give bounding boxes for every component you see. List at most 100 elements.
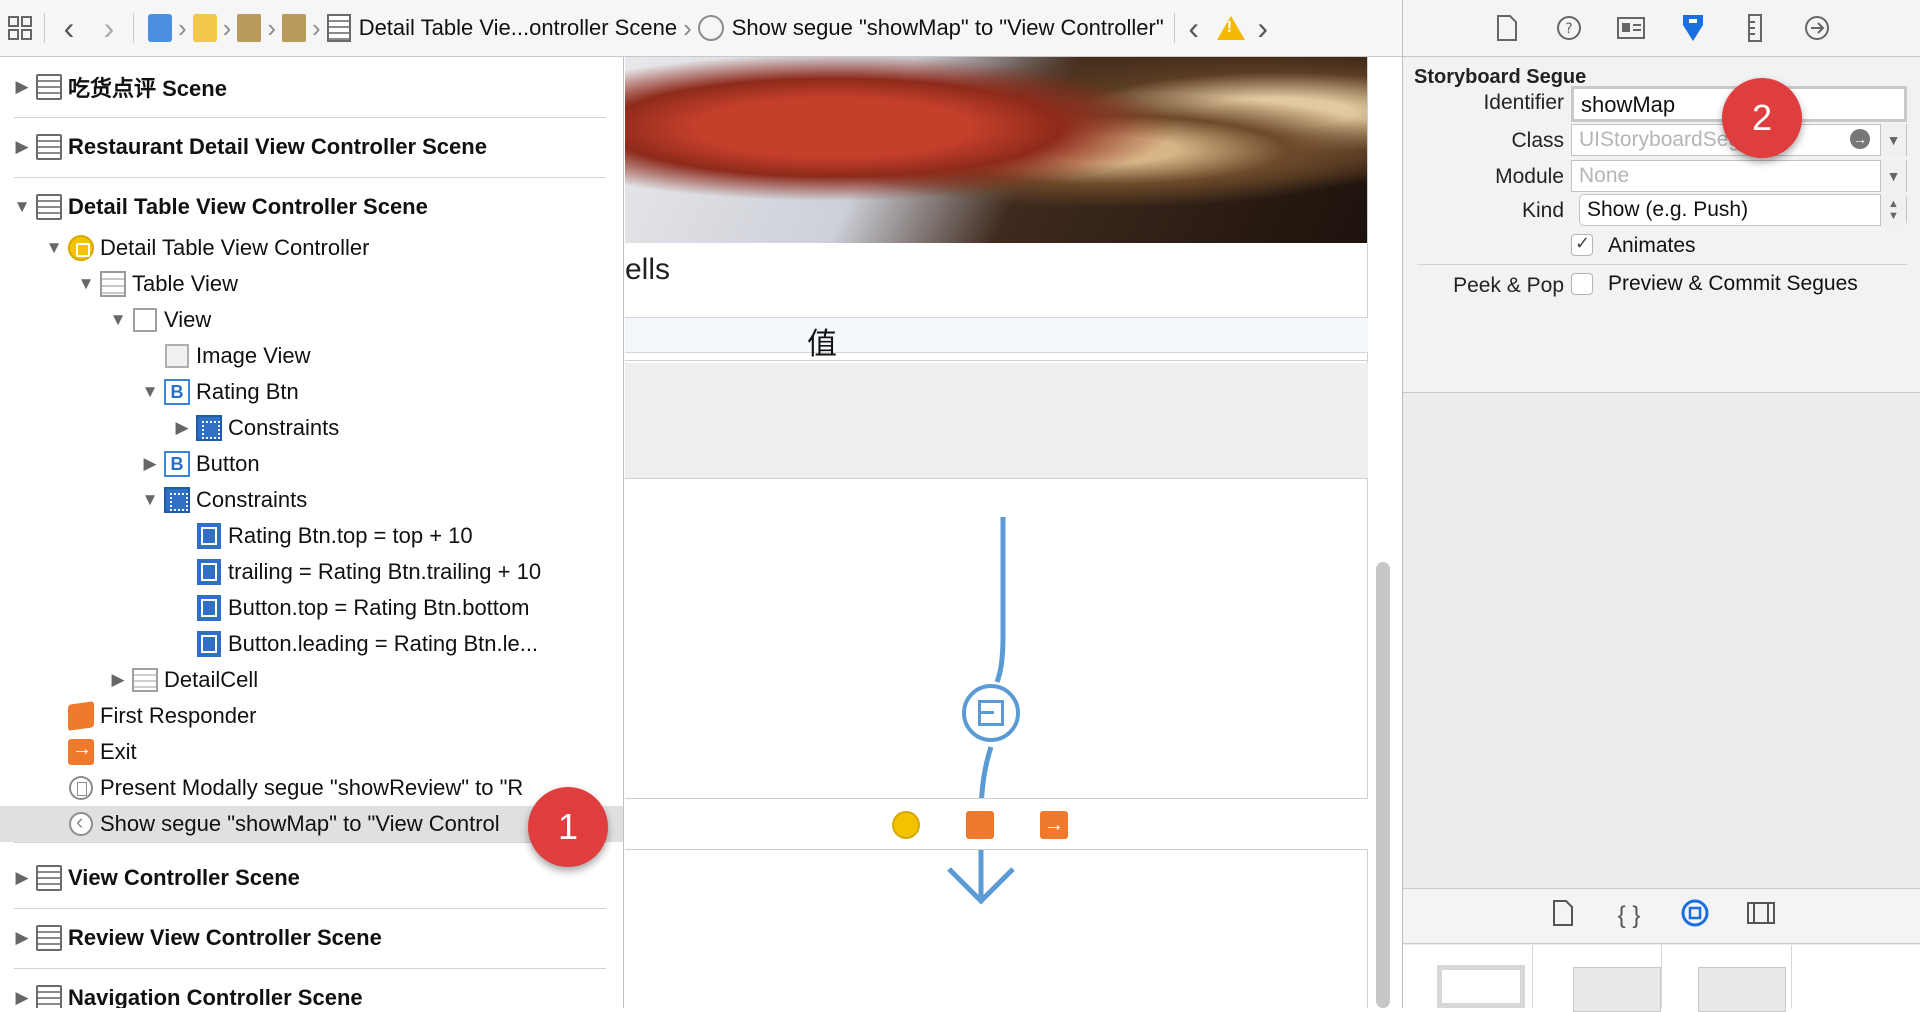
scene-icon: [36, 925, 62, 951]
constraint-icon: [196, 631, 222, 657]
outline-item-button[interactable]: ▶ B Button: [0, 446, 624, 482]
breadcrumb-scene[interactable]: Detail Table Vie...ontroller Scene: [359, 15, 677, 41]
outline-item-view[interactable]: ▼ View: [0, 302, 624, 338]
kind-value: Show (e.g. Push): [1587, 198, 1748, 221]
item-label: Constraints: [228, 415, 339, 441]
storyboard-file-icon[interactable]: [237, 14, 261, 42]
library-item[interactable]: [1662, 945, 1792, 1008]
outline-item-table-view[interactable]: ▼ Table View: [0, 266, 624, 302]
item-label: First Responder: [100, 703, 257, 729]
disclosure-triangle-icon[interactable]: ▶: [12, 868, 32, 888]
media-library-icon[interactable]: [1746, 901, 1776, 932]
size-inspector-icon[interactable]: [1738, 11, 1772, 45]
outline-scene-chihuo[interactable]: ▶ 吃货点评 Scene: [0, 57, 624, 117]
folder-icon[interactable]: [193, 14, 217, 42]
breadcrumb-chevron-icon: ›: [223, 13, 232, 44]
segue-line[interactable]: [625, 57, 1368, 1008]
outline-item-constraint[interactable]: Rating Btn.top = top + 10: [0, 518, 624, 554]
identity-inspector-icon[interactable]: [1614, 11, 1648, 45]
constraint-icon: [196, 559, 222, 585]
object-library-icon[interactable]: [1680, 899, 1710, 934]
button-icon: B: [164, 379, 190, 405]
kind-popup[interactable]: Show (e.g. Push) ▲▼: [1579, 194, 1907, 226]
related-items-icon[interactable]: [0, 0, 40, 57]
previous-issue-button[interactable]: ‹: [1179, 0, 1209, 57]
animates-checkbox[interactable]: [1571, 234, 1593, 256]
module-field[interactable]: None ▼: [1571, 160, 1907, 192]
scene-icon[interactable]: [327, 14, 351, 42]
exit-icon[interactable]: →: [1040, 811, 1068, 839]
disclosure-triangle-icon[interactable]: ▶: [12, 77, 32, 97]
file-inspector-icon[interactable]: [1490, 11, 1524, 45]
disclosure-triangle-icon[interactable]: ▶: [12, 928, 32, 948]
disclosure-triangle-open-icon[interactable]: ▼: [140, 490, 160, 510]
outline-item-constraints[interactable]: ▼ Constraints: [0, 482, 624, 518]
button-icon: B: [164, 451, 190, 477]
item-label: Button.leading = Rating Btn.le...: [228, 631, 538, 657]
outline-scene-view-controller[interactable]: ▶ View Controller Scene: [0, 848, 624, 908]
disclosure-triangle-open-icon[interactable]: ▼: [140, 382, 160, 402]
first-responder-icon[interactable]: [966, 811, 994, 839]
disclosure-triangle-open-icon[interactable]: ▼: [12, 197, 32, 217]
code-snippet-icon[interactable]: { }: [1614, 902, 1644, 930]
outline-item-constraint[interactable]: trailing = Rating Btn.trailing + 10: [0, 554, 624, 590]
library-item[interactable]: [1792, 945, 1920, 1008]
dropdown-icon[interactable]: ▼: [1880, 124, 1906, 156]
library-item[interactable]: [1533, 945, 1663, 1008]
disclosure-triangle-open-icon[interactable]: ▼: [76, 274, 96, 294]
outline-item-first-responder[interactable]: First Responder: [0, 698, 624, 734]
storyboard-base-icon[interactable]: [282, 14, 306, 42]
outline-item-constraint[interactable]: Button.top = Rating Btn.bottom: [0, 590, 624, 626]
view-controller-icon[interactable]: [892, 811, 920, 839]
outline-scene-restaurant-detail[interactable]: ▶ Restaurant Detail View Controller Scen…: [0, 117, 624, 177]
segue-icon[interactable]: [698, 15, 724, 41]
dropdown-icon[interactable]: ▼: [1880, 160, 1906, 192]
scene-label: Restaurant Detail View Controller Scene: [68, 134, 487, 160]
disclosure-triangle-icon[interactable]: ▶: [12, 137, 32, 157]
outline-scene-review[interactable]: ▶ Review View Controller Scene: [0, 908, 624, 968]
constraints-icon: [164, 487, 190, 513]
next-issue-button[interactable]: ›: [1245, 0, 1281, 57]
outline-scene-navigation[interactable]: ▶ Navigation Controller Scene: [0, 968, 624, 1008]
popup-arrows-icon[interactable]: ▲▼: [1880, 194, 1906, 226]
outline-item-detail-table-vc[interactable]: ▼ Detail Table View Controller: [0, 230, 624, 266]
outline-scene-detail-table[interactable]: ▼ Detail Table View Controller Scene: [0, 177, 624, 237]
outline-item-segue-modal[interactable]: Present Modally segue "showReview" to "R: [0, 770, 624, 806]
library-item[interactable]: [1403, 945, 1533, 1008]
segue-node-icon[interactable]: [962, 684, 1020, 742]
separator: [133, 13, 134, 43]
peek-pop-checkbox[interactable]: [1571, 273, 1593, 295]
library-tabs: { }: [1403, 888, 1920, 944]
disclosure-triangle-icon[interactable]: ▶: [108, 670, 128, 690]
outline-item-detail-cell[interactable]: ▶ DetailCell: [0, 662, 624, 698]
project-icon[interactable]: [148, 14, 172, 42]
breadcrumb-chevron-icon: ›: [267, 13, 276, 44]
outline-item-constraint[interactable]: Button.leading = Rating Btn.le...: [0, 626, 624, 662]
outline-item-exit[interactable]: Exit: [0, 734, 624, 770]
go-to-class-icon[interactable]: →: [1850, 129, 1870, 149]
storyboard-canvas[interactable]: ells 值 →: [625, 57, 1402, 1008]
kind-label: Kind: [1522, 199, 1564, 223]
file-template-icon[interactable]: [1548, 900, 1578, 933]
attributes-inspector-icon[interactable]: [1676, 11, 1710, 45]
disclosure-triangle-icon[interactable]: ▶: [12, 988, 32, 1008]
item-label: Constraints: [196, 487, 307, 513]
scene-label: Detail Table View Controller Scene: [68, 194, 428, 220]
outline-item-image-view[interactable]: Image View: [0, 338, 624, 374]
disclosure-triangle-icon[interactable]: ▶: [140, 454, 160, 474]
outline-item-rating-btn[interactable]: ▼ B Rating Btn: [0, 374, 624, 410]
vertical-scrollbar[interactable]: [1376, 562, 1390, 1008]
breadcrumb-segue[interactable]: Show segue "showMap" to "View Controller…: [732, 15, 1164, 41]
forward-button[interactable]: ›: [89, 0, 129, 57]
peek-pop-label: Peek & Pop: [1453, 274, 1564, 298]
outline-item-rating-constraints[interactable]: ▶ Constraints: [0, 410, 624, 446]
back-button[interactable]: ‹: [49, 0, 89, 57]
scene-icon: [36, 194, 62, 220]
disclosure-triangle-icon[interactable]: ▶: [172, 418, 192, 438]
disclosure-triangle-open-icon[interactable]: ▼: [108, 310, 128, 330]
warning-icon[interactable]: [1217, 16, 1245, 40]
scene-label: 吃货点评 Scene: [68, 71, 227, 103]
quick-help-icon[interactable]: ?: [1552, 11, 1586, 45]
connections-inspector-icon[interactable]: [1800, 11, 1834, 45]
disclosure-triangle-open-icon[interactable]: ▼: [44, 238, 64, 258]
